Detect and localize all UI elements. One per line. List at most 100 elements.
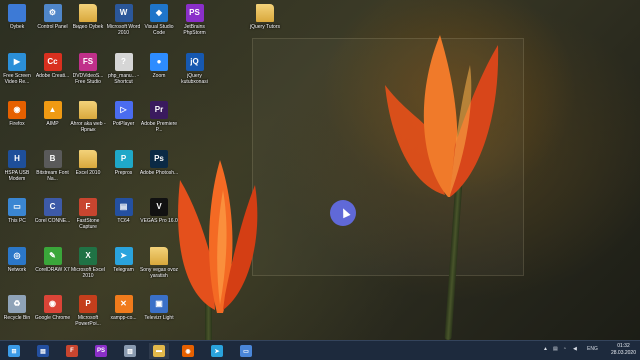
- desktop-icon-label: Microsoft PowerPoi...: [75, 315, 101, 327]
- tray-network-icon[interactable]: ▤: [553, 346, 558, 352]
- taskbar-telegram[interactable]: ➤: [207, 343, 227, 359]
- desktop-icon[interactable]: Oybek: [0, 4, 34, 30]
- tray-volume-icon[interactable]: ◀: [573, 346, 577, 352]
- desktop-icon[interactable]: Excel 2010: [71, 149, 105, 176]
- corel-connect-icon: C: [43, 198, 62, 216]
- freestudio-icon: FS: [79, 52, 97, 71]
- televizr-icon: ▣: [150, 295, 168, 313]
- taskbar-firefox[interactable]: ◉: [178, 343, 198, 359]
- desktop-icon-label: php_manu... - Shortcut: [108, 72, 139, 85]
- desktop-icon-label: HSPA USB Modem: [4, 169, 30, 182]
- desktop-icon-label: Adobe Creati...: [35, 72, 70, 79]
- clock[interactable]: 01:32 28.03.2020: [611, 343, 636, 357]
- word-icon: W: [114, 4, 133, 22]
- desktop-icon[interactable]: Ahror aka web - Ярлык: [70, 101, 106, 133]
- desktop-icon[interactable]: W Microsoft Word 2010: [107, 4, 141, 36]
- tray-wifi-icon[interactable]: ◔: [563, 346, 566, 352]
- desktop-icon[interactable]: ◉ Firefox: [0, 101, 34, 127]
- desktop-icon-label: Network: [7, 266, 27, 273]
- phpstorm-icon: PS: [185, 4, 204, 22]
- tc64-icon: ▤: [114, 198, 133, 216]
- desktop-icon[interactable]: ▭ This PC: [0, 198, 34, 224]
- desktop-icon[interactable]: P Prepros: [107, 149, 141, 176]
- potplayer-icon: ▷: [114, 101, 133, 119]
- folder-icon: [79, 101, 97, 119]
- desktop-icon[interactable]: ▶ Free Screen Video Re...: [0, 52, 34, 85]
- tc64-icon: ▤: [37, 345, 49, 357]
- desktop-icon[interactable]: Ps Adobe Photosh...: [140, 149, 178, 176]
- desktop-icon[interactable]: ◉ Google Chrome: [34, 295, 71, 321]
- desktop-icon[interactable]: Cc Adobe Creati...: [35, 52, 70, 79]
- control-panel-icon: ⚙: [43, 4, 62, 22]
- desktop-icon-label: VEGAS Pro 16.0: [140, 218, 178, 224]
- desktop-icon-label: Google Chrome: [34, 315, 71, 321]
- desktop-icon[interactable]: ? php_manu... - Shortcut: [107, 52, 141, 85]
- tulip-left: [178, 160, 258, 313]
- desktop-icon[interactable]: ◆ Visual Studio Code: [142, 4, 176, 36]
- recycle-bin-icon: ♻: [8, 295, 26, 313]
- desktop-icon[interactable]: FS DVDVideoS... Free Studio: [71, 52, 105, 85]
- desktop-icon[interactable]: ▷ PotPlayer: [107, 101, 141, 127]
- desktop-icon-label: Oybek: [9, 24, 25, 30]
- taskbar-explorer[interactable]: ▬: [149, 343, 169, 359]
- chrome-icon: ◉: [43, 295, 62, 313]
- desktop-icon[interactable]: Sony vegas ovoz yaratish: [139, 246, 179, 279]
- taskbar-notes[interactable]: ▥: [120, 343, 140, 359]
- start-button[interactable]: ⊞: [4, 343, 24, 359]
- desktop-icon-label: Televizr Light: [144, 315, 174, 321]
- desktop-icon-label: Видео Oybek: [72, 24, 104, 30]
- zoom-icon: ●: [150, 52, 168, 71]
- remote-desktop-icon: ▭: [240, 345, 252, 357]
- desktop-icon[interactable]: ● Zoom: [142, 52, 176, 79]
- desktop-icon-label: Bitstream Font Na...: [36, 169, 69, 182]
- language-indicator[interactable]: ENG: [587, 346, 598, 352]
- vegas-pro-icon: V: [150, 198, 168, 216]
- desktop-icon-label: Corel CONNE...: [34, 218, 71, 224]
- folder-icon: [150, 246, 168, 265]
- taskbar-tc64[interactable]: ▤: [33, 343, 53, 359]
- desktop-icon[interactable]: X Microsoft Excel 2010: [71, 246, 105, 279]
- desktop-icon-label: Free Screen Video Re...: [3, 72, 31, 85]
- premiere-icon: Pr: [150, 101, 168, 119]
- clock-time: 01:32: [617, 343, 630, 349]
- desktop[interactable]: Oybek ⚙ Control Panel Видео Oybek W Microsoft…: [0, 0, 640, 340]
- desktop-icon[interactable]: C Corel CONNE...: [34, 198, 71, 224]
- tray-arrow-icon[interactable]: ▲: [543, 346, 548, 352]
- folder-icon: [79, 149, 97, 168]
- desktop-icon-label: Visual Studio Code: [144, 24, 174, 36]
- faststone-capture-icon: F: [66, 345, 78, 357]
- desktop-icon[interactable]: ▲ AIMP: [36, 101, 70, 127]
- desktop-icon[interactable]: ➤ Telegram: [107, 246, 141, 273]
- desktop-icon[interactable]: ▣ Televizr Light: [142, 295, 176, 321]
- desktop-icon[interactable]: Pr Adobe Premiere P...: [141, 101, 177, 133]
- jquery-icon: jQ: [185, 52, 204, 71]
- desktop-icon-label: Recycle Bin: [3, 315, 31, 321]
- vscode-icon: ◆: [150, 4, 168, 22]
- desktop-icon[interactable]: Видео Oybek: [71, 4, 105, 30]
- desktop-icon-label: Sony vegas ovoz yaratish: [139, 266, 179, 279]
- desktop-icon[interactable]: B Bitstream Font Na...: [36, 149, 70, 182]
- desktop-icon[interactable]: V VEGAS Pro 16.0: [140, 198, 178, 224]
- desktop-icon[interactable]: H HSPA USB Modem: [0, 149, 34, 182]
- desktop-icon[interactable]: ▤ TC64: [107, 198, 141, 224]
- notes-icon: ▥: [124, 345, 136, 357]
- taskbar-remote[interactable]: ▭: [236, 343, 256, 359]
- usb-modem-icon: H: [8, 149, 26, 168]
- desktop-icon[interactable]: ◎ Network: [0, 246, 34, 273]
- desktop-icon[interactable]: ♻ Recycle Bin: [0, 295, 34, 321]
- desktop-icon[interactable]: F FastStone Capture: [71, 198, 105, 230]
- desktop-icon[interactable]: jQ jQuery kutubxonasi: [178, 52, 212, 85]
- desktop-icon[interactable]: ✕ xampp-co...: [107, 295, 141, 321]
- desktop-icon[interactable]: ✎ CorelDRAW X7: [35, 246, 70, 273]
- desktop-icon[interactable]: P Microsoft PowerPoi...: [71, 295, 105, 327]
- taskbar-faststone[interactable]: F: [62, 343, 82, 359]
- screen-recorder-icon: ▶: [8, 52, 26, 71]
- desktop-icon[interactable]: jQuery Tutors: [248, 4, 282, 30]
- excel-icon: X: [79, 246, 97, 265]
- folder-icon: [79, 4, 97, 22]
- desktop-icon-label: DVDVideoS... Free Studio: [72, 72, 104, 85]
- this-pc-icon: ▭: [8, 198, 26, 216]
- desktop-icon[interactable]: ⚙ Control Panel: [36, 4, 70, 30]
- desktop-icon[interactable]: PS JetBrains PhpStorm: [178, 4, 212, 36]
- taskbar-phpstorm[interactable]: PS: [91, 343, 111, 359]
